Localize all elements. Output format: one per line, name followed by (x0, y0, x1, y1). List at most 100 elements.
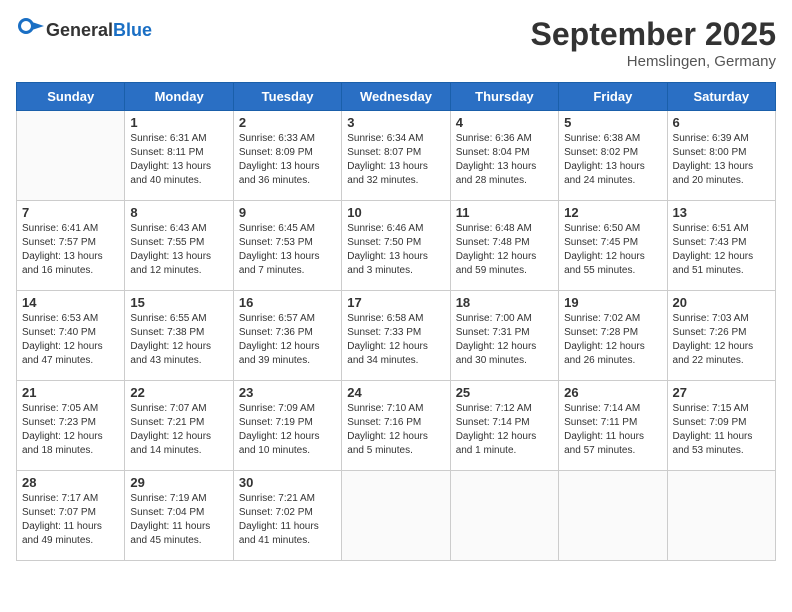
calendar-cell (450, 471, 558, 561)
day-detail: Sunrise: 7:15 AMSunset: 7:09 PMDaylight:… (673, 402, 770, 458)
day-detail: Sunrise: 7:10 AMSunset: 7:16 PMDaylight:… (347, 402, 444, 458)
week-row-4: 21 Sunrise: 7:05 AMSunset: 7:23 PMDayligh… (17, 381, 776, 471)
day-number: 25 (456, 385, 553, 400)
day-number: 1 (130, 115, 227, 130)
logo-icon (16, 16, 44, 44)
calendar-cell: 29Sunrise: 7:19 AMSunset: 7:04 PMDayligh… (125, 471, 233, 561)
day-number: 24 (347, 385, 444, 400)
calendar-cell: 27 Sunrise: 7:15 AMSunset: 7:09 PMDayligh… (667, 381, 775, 471)
day-detail: Sunrise: 7:00 AMSunset: 7:31 PMDaylight:… (456, 312, 553, 368)
calendar-cell: 15 Sunrise: 6:55 AMSunset: 7:38 PMDayligh… (125, 291, 233, 381)
day-detail: Sunrise: 6:33 AMSunset: 8:09 PMDaylight:… (239, 132, 336, 188)
calendar-cell: 18 Sunrise: 7:00 AMSunset: 7:31 PMDayligh… (450, 291, 558, 381)
calendar-table: SundayMondayTuesdayWednesdayThursdayFrid… (16, 82, 776, 561)
calendar-cell: 25 Sunrise: 7:12 AMSunset: 7:14 PMDayligh… (450, 381, 558, 471)
page-header: GeneralBlue September 2025 Hemslingen, G… (16, 16, 776, 70)
day-detail: Sunrise: 6:43 AMSunset: 7:55 PMDaylight:… (130, 222, 227, 278)
day-number: 9 (239, 205, 336, 220)
calendar-cell: 20 Sunrise: 7:03 AMSunset: 7:26 PMDayligh… (667, 291, 775, 381)
day-number: 18 (456, 295, 553, 310)
day-number: 22 (130, 385, 227, 400)
day-detail: Sunrise: 7:03 AMSunset: 7:26 PMDaylight:… (673, 312, 770, 368)
day-number: 20 (673, 295, 770, 310)
day-detail: Sunrise: 6:36 AMSunset: 8:04 PMDaylight:… (456, 132, 553, 188)
day-detail: Sunrise: 7:05 AMSunset: 7:23 PMDaylight:… (22, 402, 119, 458)
calendar-cell (559, 471, 667, 561)
day-detail: Sunrise: 7:14 AMSunset: 7:11 PMDaylight:… (564, 402, 661, 458)
calendar-cell (667, 471, 775, 561)
day-header-friday: Friday (559, 83, 667, 111)
day-detail: Sunrise: 7:19 AMSunset: 7:04 PMDaylight:… (130, 492, 227, 548)
day-number: 8 (130, 205, 227, 220)
calendar-cell: 3 Sunrise: 6:34 AMSunset: 8:07 PMDaylight… (342, 111, 450, 201)
day-detail: Sunrise: 6:57 AMSunset: 7:36 PMDaylight:… (239, 312, 336, 368)
day-number: 16 (239, 295, 336, 310)
calendar-cell: 17 Sunrise: 6:58 AMSunset: 7:33 PMDayligh… (342, 291, 450, 381)
day-number: 13 (673, 205, 770, 220)
calendar-cell: 22 Sunrise: 7:07 AMSunset: 7:21 PMDayligh… (125, 381, 233, 471)
day-detail: Sunrise: 6:34 AMSunset: 8:07 PMDaylight:… (347, 132, 444, 188)
title-block: September 2025 Hemslingen, Germany (531, 16, 776, 70)
calendar-cell: 10 Sunrise: 6:46 AMSunset: 7:50 PMDayligh… (342, 201, 450, 291)
logo: GeneralBlue (16, 16, 152, 44)
day-detail: Sunrise: 6:38 AMSunset: 8:02 PMDaylight:… (564, 132, 661, 188)
day-header-monday: Monday (125, 83, 233, 111)
day-detail: Sunrise: 6:41 AMSunset: 7:57 PMDaylight:… (22, 222, 119, 278)
day-detail: Sunrise: 6:39 AMSunset: 8:00 PMDaylight:… (673, 132, 770, 188)
calendar-cell: 21 Sunrise: 7:05 AMSunset: 7:23 PMDayligh… (17, 381, 125, 471)
day-detail: Sunrise: 7:12 AMSunset: 7:14 PMDaylight:… (456, 402, 553, 458)
location-title: Hemslingen, Germany (531, 53, 776, 70)
days-header-row: SundayMondayTuesdayWednesdayThursdayFrid… (17, 83, 776, 111)
day-detail: Sunrise: 6:48 AMSunset: 7:48 PMDaylight:… (456, 222, 553, 278)
calendar-cell: 30 Sunrise: 7:21 AMSunset: 7:02 PMDayligh… (233, 471, 341, 561)
logo-text-general: General (46, 20, 113, 40)
day-number: 12 (564, 205, 661, 220)
day-number: 15 (130, 295, 227, 310)
day-header-tuesday: Tuesday (233, 83, 341, 111)
day-detail: Sunrise: 6:51 AMSunset: 7:43 PMDaylight:… (673, 222, 770, 278)
day-number: 17 (347, 295, 444, 310)
calendar-cell: 14 Sunrise: 6:53 AMSunset: 7:40 PMDayligh… (17, 291, 125, 381)
day-number: 7 (22, 205, 119, 220)
day-detail: Sunrise: 6:53 AMSunset: 7:40 PMDaylight:… (22, 312, 119, 368)
day-detail: Sunrise: 7:17 AMSunset: 7:07 PMDaylight:… (22, 492, 119, 548)
calendar-cell: 12 Sunrise: 6:50 AMSunset: 7:45 PMDayligh… (559, 201, 667, 291)
day-number: 23 (239, 385, 336, 400)
calendar-cell (17, 111, 125, 201)
day-detail: Sunrise: 6:45 AMSunset: 7:53 PMDaylight:… (239, 222, 336, 278)
day-number: 10 (347, 205, 444, 220)
day-number: 21 (22, 385, 119, 400)
day-number: 4 (456, 115, 553, 130)
day-detail: Sunrise: 6:50 AMSunset: 7:45 PMDaylight:… (564, 222, 661, 278)
day-detail: Sunrise: 6:58 AMSunset: 7:33 PMDaylight:… (347, 312, 444, 368)
day-number: 2 (239, 115, 336, 130)
calendar-cell: 26Sunrise: 7:14 AMSunset: 7:11 PMDayligh… (559, 381, 667, 471)
calendar-cell: 5 Sunrise: 6:38 AMSunset: 8:02 PMDaylight… (559, 111, 667, 201)
calendar-cell: 13 Sunrise: 6:51 AMSunset: 7:43 PMDayligh… (667, 201, 775, 291)
month-title: September 2025 (531, 16, 776, 53)
week-row-2: 7 Sunrise: 6:41 AMSunset: 7:57 PMDaylight… (17, 201, 776, 291)
day-detail: Sunrise: 7:09 AMSunset: 7:19 PMDaylight:… (239, 402, 336, 458)
logo-text-blue: Blue (113, 20, 152, 40)
day-detail: Sunrise: 7:07 AMSunset: 7:21 PMDaylight:… (130, 402, 227, 458)
day-number: 28 (22, 475, 119, 490)
calendar-cell: 4 Sunrise: 6:36 AMSunset: 8:04 PMDaylight… (450, 111, 558, 201)
calendar-cell: 11 Sunrise: 6:48 AMSunset: 7:48 PMDayligh… (450, 201, 558, 291)
calendar-cell: 16 Sunrise: 6:57 AMSunset: 7:36 PMDayligh… (233, 291, 341, 381)
calendar-cell: 24 Sunrise: 7:10 AMSunset: 7:16 PMDayligh… (342, 381, 450, 471)
day-number: 5 (564, 115, 661, 130)
calendar-cell: 23 Sunrise: 7:09 AMSunset: 7:19 PMDayligh… (233, 381, 341, 471)
day-detail: Sunrise: 6:46 AMSunset: 7:50 PMDaylight:… (347, 222, 444, 278)
day-header-thursday: Thursday (450, 83, 558, 111)
day-number: 30 (239, 475, 336, 490)
day-number: 3 (347, 115, 444, 130)
day-detail: Sunrise: 7:21 AMSunset: 7:02 PMDaylight:… (239, 492, 336, 548)
week-row-3: 14 Sunrise: 6:53 AMSunset: 7:40 PMDayligh… (17, 291, 776, 381)
calendar-cell: 19Sunrise: 7:02 AMSunset: 7:28 PMDayligh… (559, 291, 667, 381)
day-number: 6 (673, 115, 770, 130)
day-number: 11 (456, 205, 553, 220)
day-header-saturday: Saturday (667, 83, 775, 111)
day-number: 14 (22, 295, 119, 310)
day-number: 27 (673, 385, 770, 400)
day-detail: Sunrise: 6:55 AMSunset: 7:38 PMDaylight:… (130, 312, 227, 368)
